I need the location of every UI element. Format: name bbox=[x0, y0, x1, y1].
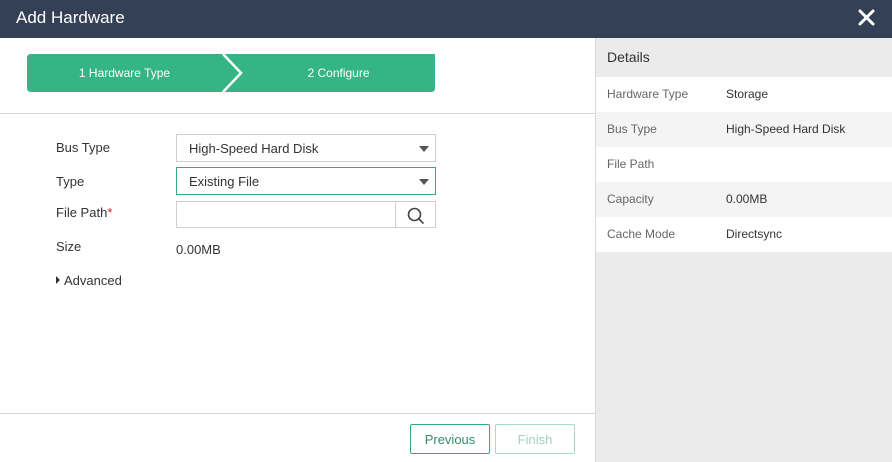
configure-panel: 1 Hardware Type 2 Configure Bus Type Hig… bbox=[0, 38, 595, 462]
file-path-browse-button[interactable] bbox=[395, 201, 436, 228]
bus-type-value: High-Speed Hard Disk bbox=[189, 141, 319, 156]
chevron-down-icon bbox=[419, 179, 429, 185]
type-label: Type bbox=[56, 174, 85, 189]
size-value: 0.00MB bbox=[176, 242, 221, 257]
details-value: Directsync bbox=[726, 227, 783, 241]
finish-button[interactable]: Finish bbox=[495, 424, 575, 454]
search-icon bbox=[407, 207, 424, 224]
required-mark: * bbox=[107, 205, 113, 220]
details-key: Capacity bbox=[607, 192, 654, 206]
details-panel: Details Hardware Type Storage Bus Type H… bbox=[595, 38, 892, 462]
details-row-file-path: File Path bbox=[596, 147, 892, 182]
details-title: Details bbox=[596, 38, 892, 77]
wizard-stepper: 1 Hardware Type 2 Configure bbox=[27, 54, 435, 92]
divider bbox=[0, 113, 595, 114]
details-row-bus-type: Bus Type High-Speed Hard Disk bbox=[596, 112, 892, 147]
caret-right-icon bbox=[56, 276, 60, 284]
details-row-cache-mode: Cache Mode Directsync bbox=[596, 217, 892, 252]
advanced-label: Advanced bbox=[64, 273, 122, 288]
bus-type-label: Bus Type bbox=[56, 140, 110, 155]
dialog-title: Add Hardware bbox=[16, 8, 125, 27]
details-key: Hardware Type bbox=[607, 87, 689, 101]
advanced-toggle[interactable]: Advanced bbox=[56, 273, 122, 288]
details-value: High-Speed Hard Disk bbox=[726, 122, 846, 136]
file-path-label-text: File Path bbox=[56, 205, 108, 220]
type-value: Existing File bbox=[189, 174, 260, 189]
details-value: Storage bbox=[726, 87, 769, 101]
step-configure: 2 Configure bbox=[307, 66, 370, 80]
close-icon[interactable] bbox=[856, 7, 878, 29]
details-key: File Path bbox=[607, 157, 655, 171]
previous-button[interactable]: Previous bbox=[410, 424, 490, 454]
step-hardware-type[interactable]: 1 Hardware Type bbox=[27, 54, 222, 92]
details-row-hardware-type: Hardware Type Storage bbox=[596, 77, 892, 112]
footer-divider bbox=[0, 413, 595, 414]
details-key: Cache Mode bbox=[607, 227, 676, 241]
file-path-label: File Path* bbox=[56, 205, 112, 220]
file-path-input[interactable] bbox=[176, 201, 396, 228]
details-value: 0.00MB bbox=[726, 192, 768, 206]
bus-type-select[interactable]: High-Speed Hard Disk bbox=[176, 134, 436, 162]
size-label: Size bbox=[56, 239, 82, 254]
details-row-capacity: Capacity 0.00MB bbox=[596, 182, 892, 217]
details-key: Bus Type bbox=[607, 122, 657, 136]
type-select[interactable]: Existing File bbox=[176, 167, 436, 195]
chevron-down-icon bbox=[419, 146, 429, 152]
dialog-titlebar: Add Hardware bbox=[0, 0, 892, 38]
